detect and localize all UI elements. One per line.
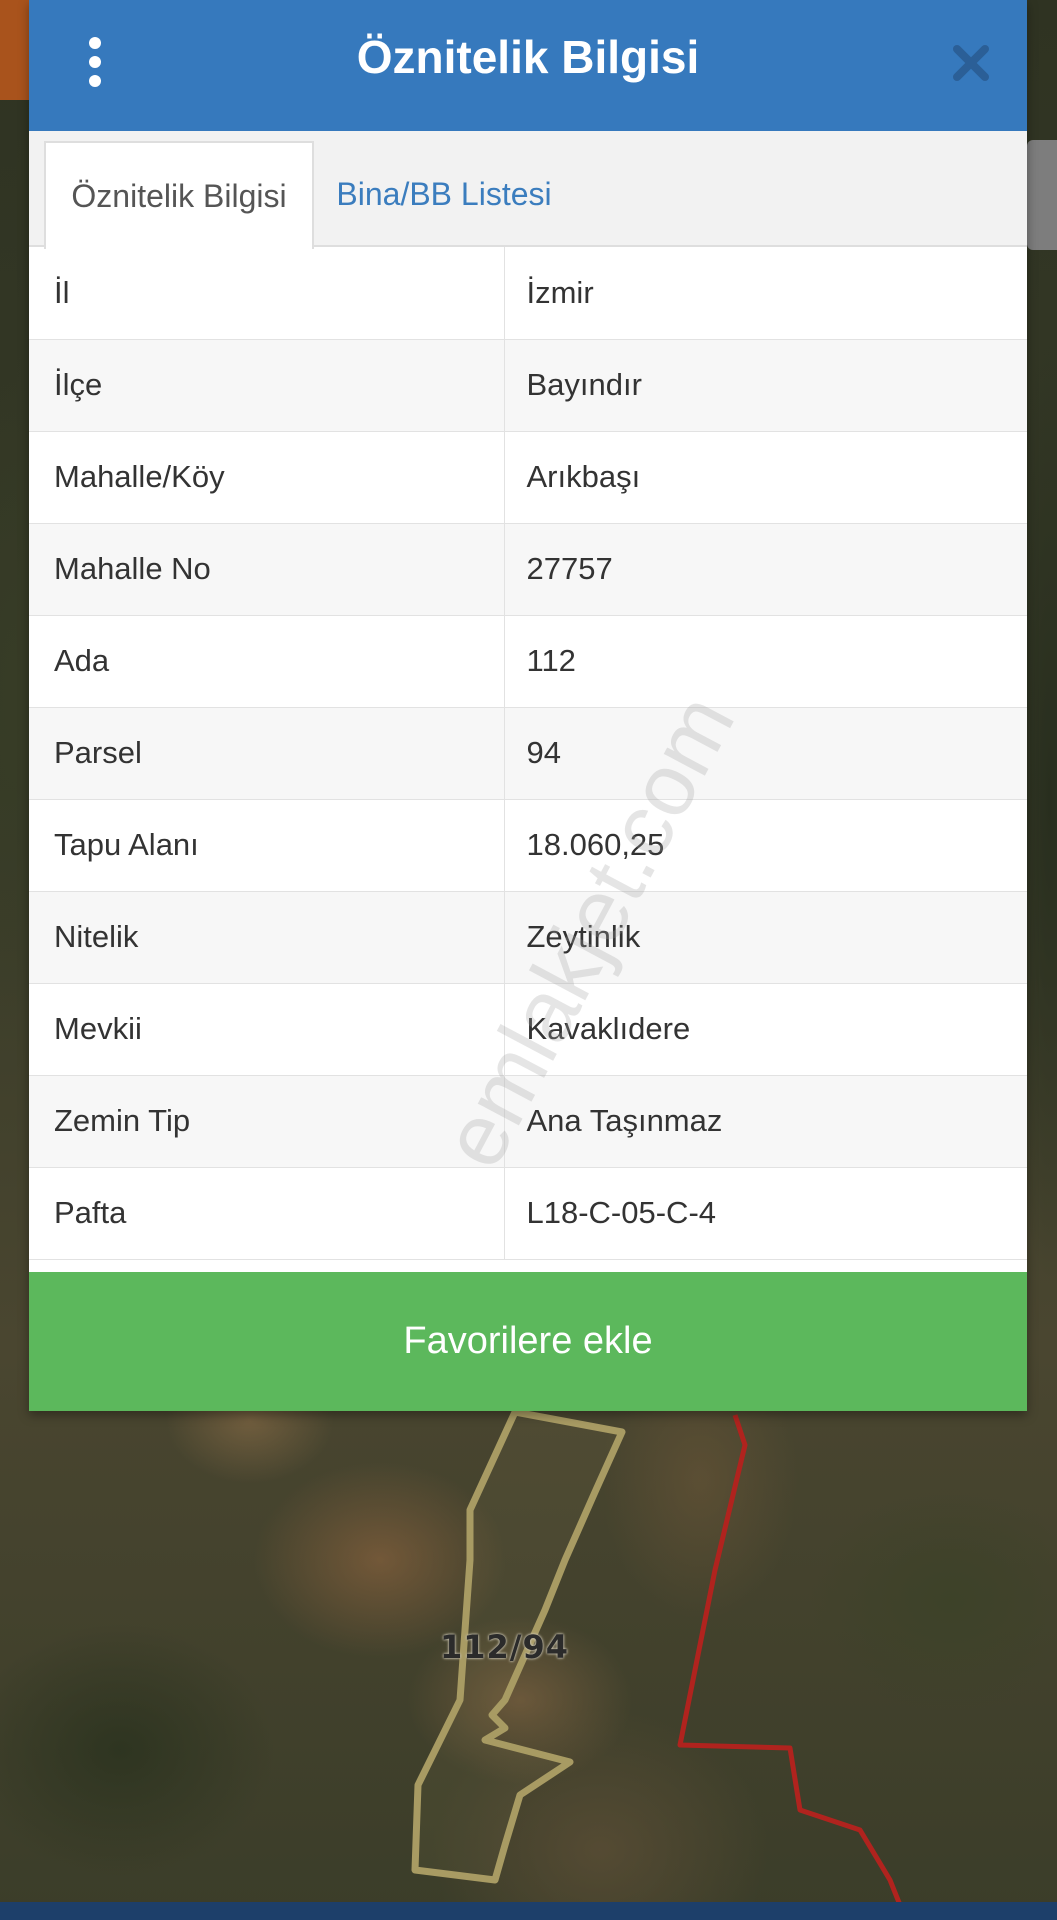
- row-key: Mahalle No: [29, 523, 505, 616]
- map-bottom-bar: [0, 1902, 1057, 1920]
- attribute-dialog: Öznitelik Bilgisi Öznitelik Bilgisi Bina…: [29, 0, 1027, 1411]
- row-value: Kavaklıdere: [504, 983, 1027, 1076]
- table-row: Parsel 94: [29, 707, 1027, 800]
- table-row: Ada 112: [29, 615, 1027, 708]
- tab-building-list[interactable]: Bina/BB Listesi: [324, 141, 564, 247]
- row-key: Nitelik: [29, 891, 505, 984]
- row-value: 18.060,25: [504, 799, 1027, 892]
- row-value: Bayındır: [504, 339, 1027, 432]
- row-value: 94: [504, 707, 1027, 800]
- add-to-favorites-button[interactable]: Favorilere ekle: [29, 1272, 1027, 1411]
- district-boundary-line: [677, 1414, 903, 1906]
- table-row: Pafta L18-C-05-C-4: [29, 1167, 1027, 1260]
- row-key: Tapu Alanı: [29, 799, 505, 892]
- table-row: Zemin Tip Ana Taşınmaz: [29, 1075, 1027, 1168]
- row-value: 112: [504, 615, 1027, 708]
- row-key: Ada: [29, 615, 505, 708]
- table-row: İl İzmir: [29, 247, 1027, 340]
- row-key: Zemin Tip: [29, 1075, 505, 1168]
- attribute-table: İl İzmir İlçe Bayındır Mahalle/Köy Arıkb…: [29, 247, 1027, 1260]
- row-value: İzmir: [504, 247, 1027, 340]
- row-value: Ana Taşınmaz: [504, 1075, 1027, 1168]
- dialog-header: Öznitelik Bilgisi: [29, 0, 1027, 131]
- table-row: Mahalle No 27757: [29, 523, 1027, 616]
- row-value: L18-C-05-C-4: [504, 1167, 1027, 1260]
- tab-bar: Öznitelik Bilgisi Bina/BB Listesi: [29, 131, 1027, 249]
- table-row: Mahalle/Köy Arıkbaşı: [29, 431, 1027, 524]
- table-row: Tapu Alanı 18.060,25: [29, 799, 1027, 892]
- row-key: Parsel: [29, 707, 505, 800]
- parcel-label: 112/94: [440, 1628, 570, 1666]
- tab-attribute-info[interactable]: Öznitelik Bilgisi: [44, 141, 314, 249]
- row-value: Arıkbaşı: [504, 431, 1027, 524]
- row-value: Zeytinlik: [504, 891, 1027, 984]
- table-row: İlçe Bayındır: [29, 339, 1027, 432]
- row-key: Mevkii: [29, 983, 505, 1076]
- row-key: Mahalle/Köy: [29, 431, 505, 524]
- row-key: Pafta: [29, 1167, 505, 1260]
- dialog-title: Öznitelik Bilgisi: [356, 31, 700, 83]
- close-icon[interactable]: [949, 41, 993, 85]
- row-key: İl: [29, 247, 505, 340]
- table-row: Mevkii Kavaklıdere: [29, 983, 1027, 1076]
- table-row: Nitelik Zeytinlik: [29, 891, 1027, 984]
- row-key: İlçe: [29, 339, 505, 432]
- row-value: 27757: [504, 523, 1027, 616]
